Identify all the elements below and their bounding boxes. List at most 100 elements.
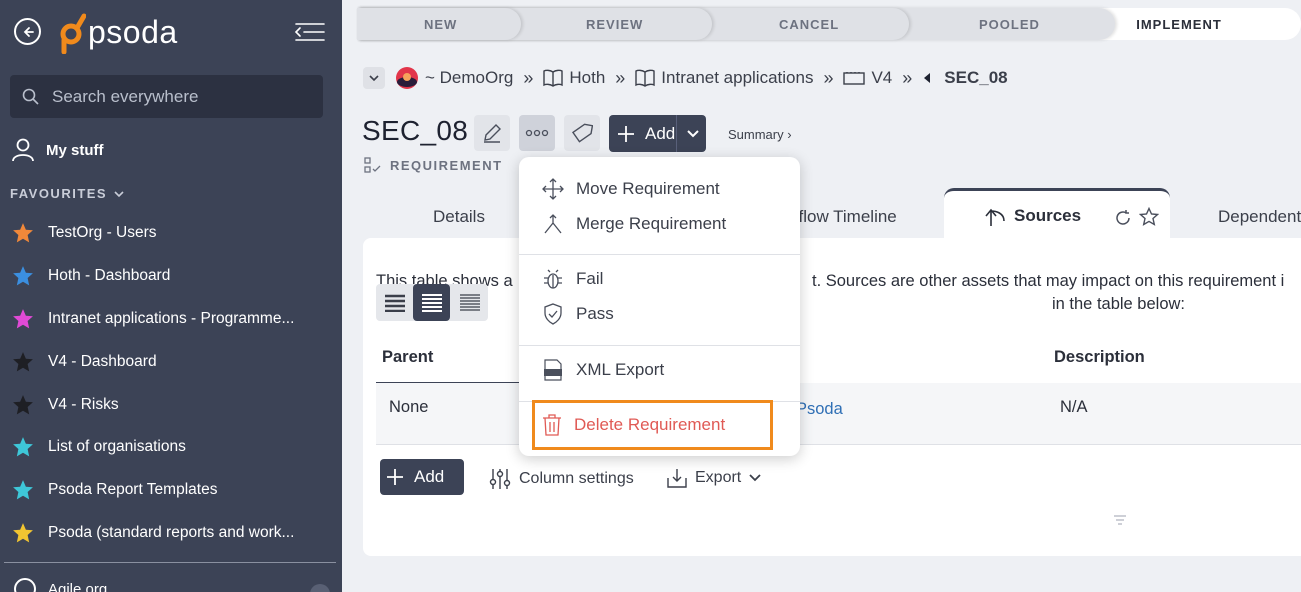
tab-workflow-timeline[interactable]: kflow Timeline [790, 207, 897, 227]
xml-file-icon [544, 359, 562, 381]
delete-highlight [532, 400, 773, 450]
breadcrumb-hoth[interactable]: Hoth [543, 68, 605, 88]
favourite-label: V4 - Dashboard [48, 352, 157, 370]
favourite-label: TestOrg - Users [48, 224, 157, 242]
table-description-cont: t. Sources are other assets that may imp… [812, 272, 1285, 290]
favourite-label: Psoda Report Templates [48, 481, 218, 499]
tag-icon [571, 123, 593, 143]
sliders-icon [489, 469, 511, 489]
search-box[interactable] [10, 75, 323, 118]
move-icon [542, 178, 564, 200]
breadcrumb-org[interactable]: ~ DemoOrg [395, 66, 513, 90]
menu-divider [519, 345, 800, 346]
favourite-label: Psoda (standard reports and work... [48, 523, 295, 541]
row-density-toggle [376, 284, 488, 321]
my-stuff-link[interactable]: My stuff [12, 138, 104, 162]
star-icon[interactable] [1139, 207, 1159, 227]
search-input[interactable] [52, 86, 312, 107]
breadcrumb-v4[interactable]: V4 [843, 68, 892, 88]
export-icon [667, 469, 687, 488]
merge-requirement-item[interactable]: Merge Requirement [542, 213, 726, 235]
fail-item[interactable]: Fail [542, 268, 603, 290]
workflow-stage-bar: IMPLEMENT POOLED CANCEL REVIEW NEW [357, 8, 1301, 40]
breadcrumb-intranet[interactable]: Intranet applications [635, 68, 813, 88]
resize-handle-icon[interactable] [1113, 515, 1127, 525]
pass-item[interactable]: Pass [542, 303, 614, 325]
bug-icon [544, 269, 562, 289]
list-compact-icon [459, 293, 480, 311]
summary-link[interactable]: Summary › [728, 127, 792, 142]
edit-button[interactable] [474, 115, 510, 151]
tag-button[interactable] [564, 115, 600, 151]
back-arrow-icon[interactable] [14, 18, 41, 45]
chevron-down-icon [114, 190, 124, 197]
column-header-parent[interactable]: Parent [382, 348, 433, 367]
cell-parent: None [389, 398, 429, 416]
tab-details[interactable]: Details [433, 207, 485, 227]
favourite-item[interactable]: Psoda (standard reports and work... [12, 512, 332, 555]
table-description-line2: in the table below: [1052, 295, 1186, 313]
favourite-item[interactable]: Psoda Report Templates [12, 469, 332, 512]
logo-text: psoda [88, 13, 178, 50]
add-source-button[interactable]: Add [380, 459, 464, 495]
pencil-icon [484, 124, 501, 143]
ellipsis-icon [525, 129, 549, 137]
psoda-logo-icon [60, 13, 86, 54]
export-button[interactable]: Export [667, 468, 769, 488]
book-icon [635, 69, 655, 87]
favourite-item[interactable]: V4 - Dashboard [12, 340, 332, 383]
org-avatar-icon [396, 67, 418, 89]
tab-dependents[interactable]: Dependent [1218, 207, 1301, 227]
move-requirement-item[interactable]: Move Requirement [542, 178, 720, 200]
asset-type: REQUIREMENT [364, 157, 503, 173]
favourite-label: Intranet applications - Programme... [48, 309, 295, 327]
sidebar: psoda My stuff FAVOURITES TestOrg - User… [0, 0, 342, 592]
org-icon [14, 578, 36, 592]
caret-left-icon [924, 73, 931, 83]
psoda-logo[interactable]: psoda [60, 10, 178, 54]
breadcrumb-dropdown[interactable] [363, 67, 385, 89]
favourite-item[interactable]: TestOrg - Users [12, 212, 332, 255]
xml-export-item[interactable]: XML Export [542, 359, 664, 381]
my-stuff-label: My stuff [46, 141, 104, 159]
plus-icon [387, 469, 403, 485]
plus-icon [618, 125, 634, 142]
star-icon [13, 394, 33, 414]
star-icon [13, 480, 33, 500]
favourite-label: Hoth - Dashboard [48, 267, 171, 285]
sources-icon [985, 208, 1005, 226]
collapse-menu-icon[interactable] [294, 22, 326, 47]
favourite-item[interactable]: Hoth - Dashboard [12, 255, 332, 298]
breadcrumb-separator: » [823, 67, 834, 88]
more-options-button[interactable] [519, 115, 555, 151]
stage-new[interactable]: NEW [357, 8, 521, 40]
density-compact-button[interactable] [451, 284, 488, 321]
density-comfortable-button[interactable] [376, 284, 413, 321]
column-header-description[interactable]: Description [1054, 348, 1145, 367]
list-medium-icon [421, 293, 442, 312]
refresh-icon[interactable] [1114, 209, 1132, 227]
chevron-down-icon[interactable] [687, 129, 699, 139]
chevron-down-icon [749, 474, 761, 482]
list-wide-icon [384, 294, 405, 312]
favourite-item[interactable]: Intranet applications - Programme... [12, 298, 332, 341]
density-standard-button[interactable] [413, 284, 450, 321]
favourites-heading[interactable]: FAVOURITES [10, 186, 125, 201]
favourite-item[interactable]: V4 - Risks [12, 383, 332, 426]
column-settings-button[interactable]: Column settings [489, 468, 634, 490]
add-button-label: Add [645, 123, 676, 143]
chevron-down-icon [369, 75, 379, 82]
agile-org-item[interactable]: Agile org [14, 578, 107, 592]
cell-source-link[interactable]: Psoda [796, 400, 843, 419]
menu-divider [519, 254, 800, 255]
expand-icon[interactable] [310, 584, 330, 592]
folder-icon [843, 72, 866, 85]
breadcrumb-current: SEC_08 [944, 68, 1008, 87]
add-button[interactable]: Add [609, 115, 706, 152]
star-icon [13, 266, 33, 286]
breadcrumb: ~ DemoOrg » Hoth » Intranet applications… [363, 66, 1008, 90]
favourite-item[interactable]: List of organisations [12, 426, 332, 469]
breadcrumb-separator: » [615, 67, 626, 88]
tab-sources[interactable]: Sources [944, 188, 1170, 240]
star-icon [13, 351, 33, 372]
